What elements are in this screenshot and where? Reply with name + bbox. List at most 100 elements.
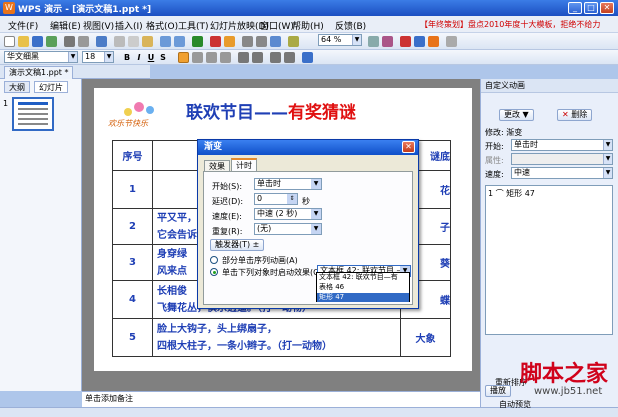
menu-feedback[interactable]: 反馈(B) — [335, 19, 366, 32]
list-item[interactable]: 矩形 47 — [317, 293, 409, 302]
minimize-button[interactable]: _ — [568, 2, 582, 14]
tab-slides[interactable]: 幻灯片 — [34, 81, 68, 93]
dialog-close-button[interactable]: ✕ — [402, 141, 415, 153]
justify-icon[interactable] — [220, 52, 231, 63]
trigger-button[interactable]: 触发器(T) ± — [210, 239, 265, 251]
save-icon[interactable] — [32, 36, 43, 47]
preview-icon[interactable] — [78, 36, 89, 47]
maximize-button[interactable]: □ — [584, 2, 598, 14]
cut-icon[interactable] — [114, 36, 125, 47]
list-item[interactable]: 文本框 42: 联欢节目—有 — [317, 273, 409, 282]
tab-presentation[interactable]: 演示文稿1.ppt * — [4, 66, 74, 79]
delete-button[interactable]: ✕ 删除 — [557, 109, 593, 121]
bold-button[interactable]: B — [122, 52, 132, 63]
animation-icon[interactable] — [428, 36, 439, 47]
menu-bar: 文件(F) 编辑(E) 视图(V) 插入(I) 格式(O) 工具(T) 幻灯片放… — [0, 16, 618, 33]
font-name-select[interactable]: 华文细黑 ▼ — [4, 51, 78, 63]
grid-icon[interactable] — [256, 36, 267, 47]
decor-text: 欢乐节快乐 — [108, 119, 148, 128]
italic-button[interactable]: I — [134, 52, 144, 63]
font-size-select[interactable]: 18 ▼ — [82, 51, 114, 63]
slide-thumbnail[interactable] — [12, 97, 54, 131]
delay-label: 延迟(D): — [212, 197, 244, 206]
list-item[interactable]: 表格 46 — [317, 283, 409, 292]
menu-help[interactable]: 帮助(H) — [292, 19, 324, 32]
speed-select[interactable]: 中速 ▼ — [511, 167, 613, 179]
undo-icon[interactable] — [160, 36, 171, 47]
format-toolbar: 华文细黑 ▼ 18 ▼ B I U S — [0, 50, 618, 65]
delay-input[interactable]: 0 ⇕ — [254, 193, 298, 205]
print-icon[interactable] — [64, 36, 75, 47]
property-label: 属性: — [485, 156, 504, 165]
color-scheme-icon[interactable] — [400, 36, 411, 47]
property-select[interactable]: ▼ — [511, 153, 613, 165]
increase-font-icon[interactable] — [270, 52, 281, 63]
delay-unit: 秒 — [302, 197, 310, 206]
repeat-select[interactable]: (无) ▼ — [254, 223, 322, 235]
tab-outline[interactable]: 大纲 — [4, 81, 30, 93]
paste-icon[interactable] — [142, 36, 153, 47]
dialog-title: 渐变 — [198, 140, 418, 155]
menu-view[interactable]: 视图(V) — [83, 19, 114, 32]
align-center-icon[interactable] — [192, 52, 203, 63]
underline-button[interactable]: U — [146, 52, 156, 63]
start-label: 开始: — [485, 142, 504, 151]
chart-icon[interactable] — [224, 36, 235, 47]
expand-icon[interactable] — [242, 36, 253, 47]
spellcheck-icon[interactable] — [96, 36, 107, 47]
table-icon[interactable] — [210, 36, 221, 47]
menu-window[interactable]: 窗口(W) — [260, 19, 294, 32]
numbering-icon[interactable] — [238, 52, 249, 63]
menu-file[interactable]: 文件(F) — [8, 19, 38, 32]
close-button[interactable]: ✕ — [600, 2, 614, 14]
notes-pane[interactable]: 单击添加备注 — [82, 391, 480, 407]
list-item[interactable]: 1 ⌒ 矩形 47 — [488, 188, 610, 199]
format-painter-icon[interactable] — [288, 36, 299, 47]
color-icon[interactable] — [270, 36, 281, 47]
site-watermark: 脚本之家 www.jb51.net — [520, 361, 609, 397]
redo-icon[interactable] — [174, 36, 185, 47]
hyperlink-icon[interactable] — [192, 36, 203, 47]
slide-title[interactable]: 联欢节目——有奖猜谜 — [186, 98, 356, 123]
start-select[interactable]: 单击时 ▼ — [254, 178, 322, 190]
speed-label: 速度(E): — [212, 212, 242, 221]
find-icon[interactable] — [382, 36, 393, 47]
menu-edit[interactable]: 编辑(E) — [50, 19, 81, 32]
menu-insert[interactable]: 插入(I) — [115, 19, 143, 32]
table-row: 5 脸上大钩子，头上绑扇子， 四根大柱子，一条小辫子。（打一动物） 大象 — [112, 318, 451, 357]
new-icon[interactable] — [4, 36, 15, 47]
standard-toolbar: 64 % ▼ — [0, 33, 618, 50]
play-button[interactable]: 播放 — [485, 385, 511, 397]
start-label: 开始(S): — [212, 182, 243, 191]
repeat-label: 重复(R): — [212, 227, 243, 236]
align-left-icon[interactable] — [178, 52, 189, 63]
promo-link[interactable]: 【年终策划】盘点2010年度十大模板，拒绝不给力 — [420, 19, 600, 30]
font-color-icon[interactable] — [302, 52, 313, 63]
speed-label: 速度: — [485, 170, 504, 179]
export-icon[interactable] — [46, 36, 57, 47]
start-select[interactable]: 单击时 ▼ — [511, 139, 613, 151]
bullets-icon[interactable] — [252, 52, 263, 63]
slide-number: 1 — [3, 99, 9, 108]
help-icon[interactable] — [368, 36, 379, 47]
copy-icon[interactable] — [128, 36, 139, 47]
design-icon[interactable] — [414, 36, 425, 47]
more-icon[interactable] — [446, 36, 457, 47]
document-tabs: 演示文稿1.ppt * — [0, 65, 150, 79]
open-icon[interactable] — [18, 36, 29, 47]
zoom-select[interactable]: 64 % ▼ — [318, 34, 362, 46]
radio-on-click-label: 单击下列对象时启动效果(C): — [222, 268, 325, 277]
speed-select[interactable]: 中速 (2 秒) ▼ — [254, 208, 322, 220]
panel-header: 自定义动画 — [481, 79, 618, 93]
menu-format[interactable]: 格式(O) — [146, 19, 178, 32]
radio-on-click[interactable] — [210, 268, 218, 276]
shadow-button[interactable]: S — [158, 52, 168, 63]
radio-sequence[interactable] — [210, 256, 218, 264]
animation-list[interactable]: 1 ⌒ 矩形 47 — [485, 185, 613, 335]
change-button[interactable]: 更改 ▼ — [499, 109, 534, 121]
object-dropdown-list: 文本框 42: 联欢节目—有 表格 46 矩形 47 — [316, 272, 410, 302]
decrease-font-icon[interactable] — [284, 52, 295, 63]
align-right-icon[interactable] — [206, 52, 217, 63]
tab-timing[interactable]: 计时 — [231, 158, 257, 172]
menu-tools[interactable]: 工具(T) — [178, 19, 209, 32]
